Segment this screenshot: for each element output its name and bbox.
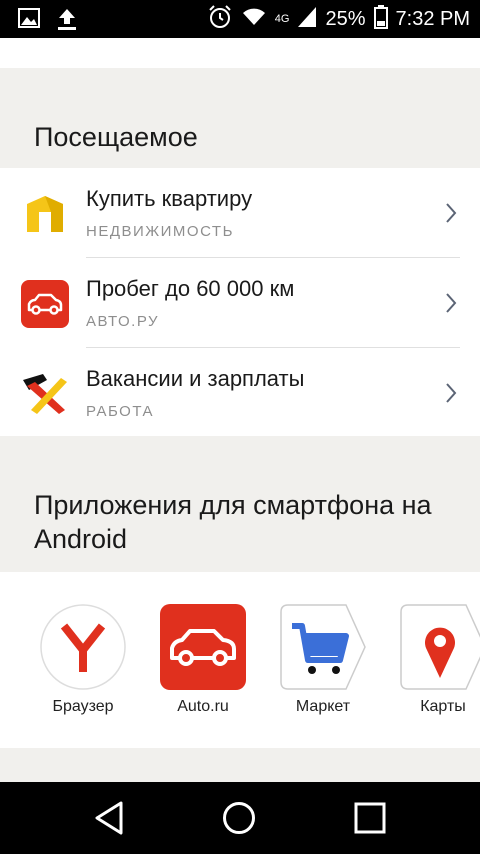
list-item-realty[interactable]: Купить квартиру НЕДВИЖИМОСТЬ xyxy=(0,168,480,258)
item-title: Пробег до 60 000 км xyxy=(86,276,295,301)
app-browser[interactable]: Браузер xyxy=(33,604,133,716)
app-maps[interactable]: Карты xyxy=(393,604,480,716)
battery-icon xyxy=(373,4,388,34)
recents-icon[interactable] xyxy=(354,802,386,839)
app-auto-ru[interactable]: Auto.ru xyxy=(153,604,253,716)
app-label: Маркет xyxy=(295,698,351,715)
clock: 7:32 PM xyxy=(395,7,470,30)
car-icon xyxy=(21,280,69,328)
app-label: Браузер xyxy=(52,698,114,715)
visited-list: Купить квартиру НЕДВИЖИМОСТЬ Пробег до 6… xyxy=(0,168,480,436)
chevron-right-icon xyxy=(444,201,458,225)
status-bar: 4G 25% 7:32 PM xyxy=(0,0,480,38)
gallery-icon xyxy=(18,7,40,36)
apps-carousel: Браузер Auto.ru Маркет Карты xyxy=(0,572,480,748)
back-icon[interactable] xyxy=(93,800,125,841)
chevron-right-icon xyxy=(444,381,458,405)
app-label: Карты xyxy=(420,698,466,715)
signal-icon xyxy=(297,5,317,34)
market-icon xyxy=(280,604,366,690)
battery-percent: 25% xyxy=(325,7,366,30)
auto-ru-icon xyxy=(160,604,246,690)
item-subtitle: РАБОТА xyxy=(86,403,155,420)
section-title-visited: Посещаемое xyxy=(34,122,198,152)
wifi-icon xyxy=(241,5,267,34)
maps-icon xyxy=(400,604,480,690)
navigation-bar xyxy=(0,782,480,854)
item-subtitle: АВТО.РУ xyxy=(86,313,160,330)
item-title: Купить квартиру xyxy=(86,186,253,211)
realty-icon xyxy=(21,190,69,238)
app-market[interactable]: Маркет xyxy=(273,604,373,716)
app-label: Auto.ru xyxy=(177,698,229,715)
upload-icon xyxy=(56,7,78,36)
list-item-jobs[interactable]: Вакансии и зарплаты РАБОТА xyxy=(0,348,480,438)
item-subtitle: НЕДВИЖИМОСТЬ xyxy=(86,223,234,240)
home-icon[interactable] xyxy=(222,801,256,840)
jobs-icon xyxy=(21,370,69,418)
top-card-remnant xyxy=(0,38,480,68)
chevron-right-icon xyxy=(444,291,458,315)
network-type: 4G xyxy=(274,13,290,25)
item-title: Вакансии и зарплаты xyxy=(86,366,305,391)
yandex-browser-icon xyxy=(40,604,126,690)
list-item-auto[interactable]: Пробег до 60 000 км АВТО.РУ xyxy=(0,258,480,348)
alarm-icon xyxy=(207,4,233,35)
section-title-apps: Приложения для смартфона на Android xyxy=(34,490,432,554)
